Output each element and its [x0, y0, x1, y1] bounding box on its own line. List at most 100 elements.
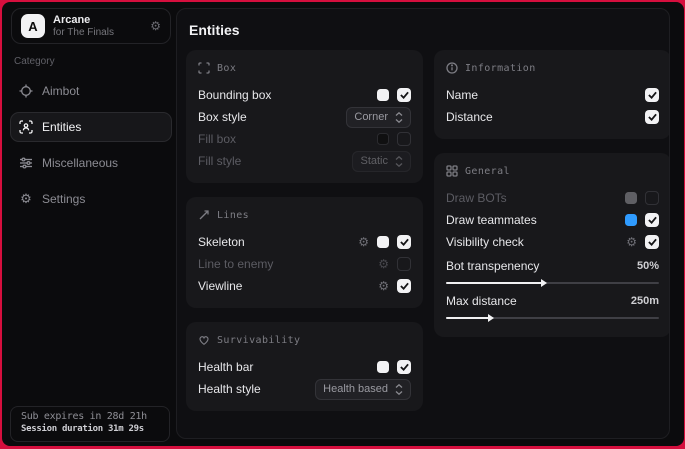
distance-checkbox[interactable] — [645, 110, 659, 124]
name-checkbox[interactable] — [645, 88, 659, 102]
dropdown-value: Health based — [323, 383, 388, 395]
chevron-up-down-icon — [395, 156, 403, 167]
chevron-up-down-icon — [395, 112, 403, 123]
bounding-box-color-swatch[interactable] — [377, 89, 389, 101]
grid-icon — [446, 165, 458, 177]
row-name: Name — [446, 84, 659, 106]
max-distance-slider[interactable] — [446, 317, 659, 319]
gear-icon: ⚙ — [19, 192, 33, 206]
app-window: A Arcane for The Finals ⚙ Category Aimbo… — [2, 2, 684, 446]
row-line-to-enemy: Line to enemy ⚙ — [198, 253, 411, 275]
category-label: Category — [14, 56, 55, 67]
fill-box-checkbox[interactable] — [397, 132, 411, 146]
sidebar-item-label: Settings — [42, 192, 85, 206]
app-header-card: A Arcane for The Finals ⚙ — [11, 8, 171, 44]
draw-teammates-checkbox[interactable] — [645, 213, 659, 227]
heart-icon — [198, 334, 210, 346]
main-content: Entities Box Bounding box — [176, 8, 670, 439]
row-label: Fill box — [198, 132, 236, 146]
viewline-checkbox[interactable] — [397, 279, 411, 293]
sidebar-item-entities[interactable]: Entities — [10, 112, 172, 142]
sidebar-item-miscellaneous[interactable]: Miscellaneous — [10, 148, 172, 178]
chevron-up-down-icon — [395, 384, 403, 395]
app-logo: A — [21, 14, 45, 38]
window-frame: A Arcane for The Finals ⚙ Category Aimbo… — [0, 0, 685, 449]
row-visibility-check: Visibility check ⚙ — [446, 231, 659, 253]
row-label: Skeleton — [198, 235, 245, 249]
page-title: Entities — [189, 22, 665, 38]
health-bar-checkbox[interactable] — [397, 360, 411, 374]
row-health-style: Health style Health based — [198, 378, 411, 400]
sidebar-item-aimbot[interactable]: Aimbot — [10, 76, 172, 106]
sidebar-nav: Aimbot Entities — [10, 70, 172, 216]
slider-value: 50% — [637, 260, 659, 272]
panel-title: Information — [465, 63, 536, 74]
visibility-check-config-icon[interactable]: ⚙ — [626, 236, 637, 248]
draw-teammates-color-swatch[interactable] — [625, 214, 637, 226]
row-label: Name — [446, 88, 478, 102]
row-fill-style: Fill style Static — [198, 150, 411, 172]
panel-title: Box — [217, 63, 236, 74]
row-max-distance: Max distance 250m — [446, 291, 659, 311]
slider-thumb[interactable] — [541, 279, 547, 287]
draw-bots-checkbox[interactable] — [645, 191, 659, 205]
header-settings-icon[interactable]: ⚙ — [150, 19, 161, 33]
subscription-info-card: Sub expires in 28d 21h Session duration … — [10, 406, 170, 442]
slider-thumb[interactable] — [488, 314, 494, 322]
draw-bots-color-swatch[interactable] — [625, 192, 637, 204]
line-to-enemy-config-icon[interactable]: ⚙ — [378, 258, 389, 270]
sidebar: A Arcane for The Finals ⚙ Category Aimbo… — [2, 2, 176, 446]
panel-lines: Lines Skeleton ⚙ Line to enemy ⚙ — [186, 197, 423, 308]
row-label: Health bar — [198, 360, 253, 374]
app-name: Arcane — [53, 14, 114, 27]
panel-title: Lines — [217, 210, 249, 221]
sidebar-item-label: Miscellaneous — [42, 156, 118, 170]
row-viewline: Viewline ⚙ — [198, 275, 411, 297]
app-subtitle: for The Finals — [53, 27, 114, 39]
panel-survivability: Survivability Health bar Health style — [186, 322, 423, 411]
row-draw-bots: Draw BOTs — [446, 187, 659, 209]
row-label: Fill style — [198, 154, 241, 168]
row-fill-box: Fill box — [198, 128, 411, 150]
row-skeleton: Skeleton ⚙ — [198, 231, 411, 253]
panel-general: General Draw BOTs Draw teammates — [434, 153, 670, 337]
panel-information: Information Name Distance — [434, 50, 670, 139]
viewline-config-icon[interactable]: ⚙ — [378, 280, 389, 292]
visibility-check-checkbox[interactable] — [645, 235, 659, 249]
row-label: Health style — [198, 382, 261, 396]
health-style-dropdown[interactable]: Health based — [315, 379, 411, 400]
line-to-enemy-checkbox[interactable] — [397, 257, 411, 271]
slider-label: Max distance — [446, 294, 517, 308]
row-health-bar: Health bar — [198, 356, 411, 378]
crosshair-icon — [19, 84, 33, 98]
row-label: Viewline — [198, 279, 242, 293]
health-bar-color-swatch[interactable] — [377, 361, 389, 373]
row-label: Box style — [198, 110, 247, 124]
panel-title: General — [465, 166, 510, 177]
skeleton-config-icon[interactable]: ⚙ — [358, 236, 369, 248]
row-label: Draw teammates — [446, 213, 537, 227]
info-icon — [446, 62, 458, 74]
box-style-dropdown[interactable]: Corner — [346, 107, 411, 128]
sidebar-item-label: Entities — [42, 120, 81, 134]
row-label: Bounding box — [198, 88, 271, 102]
sidebar-item-settings[interactable]: ⚙ Settings — [10, 184, 172, 214]
row-label: Line to enemy — [198, 257, 273, 271]
app-meta: Arcane for The Finals — [53, 14, 114, 38]
dropdown-value: Static — [360, 155, 388, 167]
sliders-icon — [19, 156, 33, 170]
box-brackets-icon — [198, 62, 210, 74]
session-duration-text: Session duration 31m 29s — [21, 424, 159, 434]
fill-style-dropdown[interactable]: Static — [352, 151, 411, 172]
panel-box: Box Bounding box Box style Corne — [186, 50, 423, 183]
bounding-box-checkbox[interactable] — [397, 88, 411, 102]
skeleton-color-swatch[interactable] — [377, 236, 389, 248]
bot-transparency-slider[interactable] — [446, 282, 659, 284]
row-bounding-box: Bounding box — [198, 84, 411, 106]
line-icon — [198, 209, 210, 221]
row-bot-transparency: Bot transpenency 50% — [446, 256, 659, 276]
entities-icon — [19, 120, 33, 134]
fill-box-color-swatch[interactable] — [377, 133, 389, 145]
skeleton-checkbox[interactable] — [397, 235, 411, 249]
slider-label: Bot transpenency — [446, 259, 539, 273]
